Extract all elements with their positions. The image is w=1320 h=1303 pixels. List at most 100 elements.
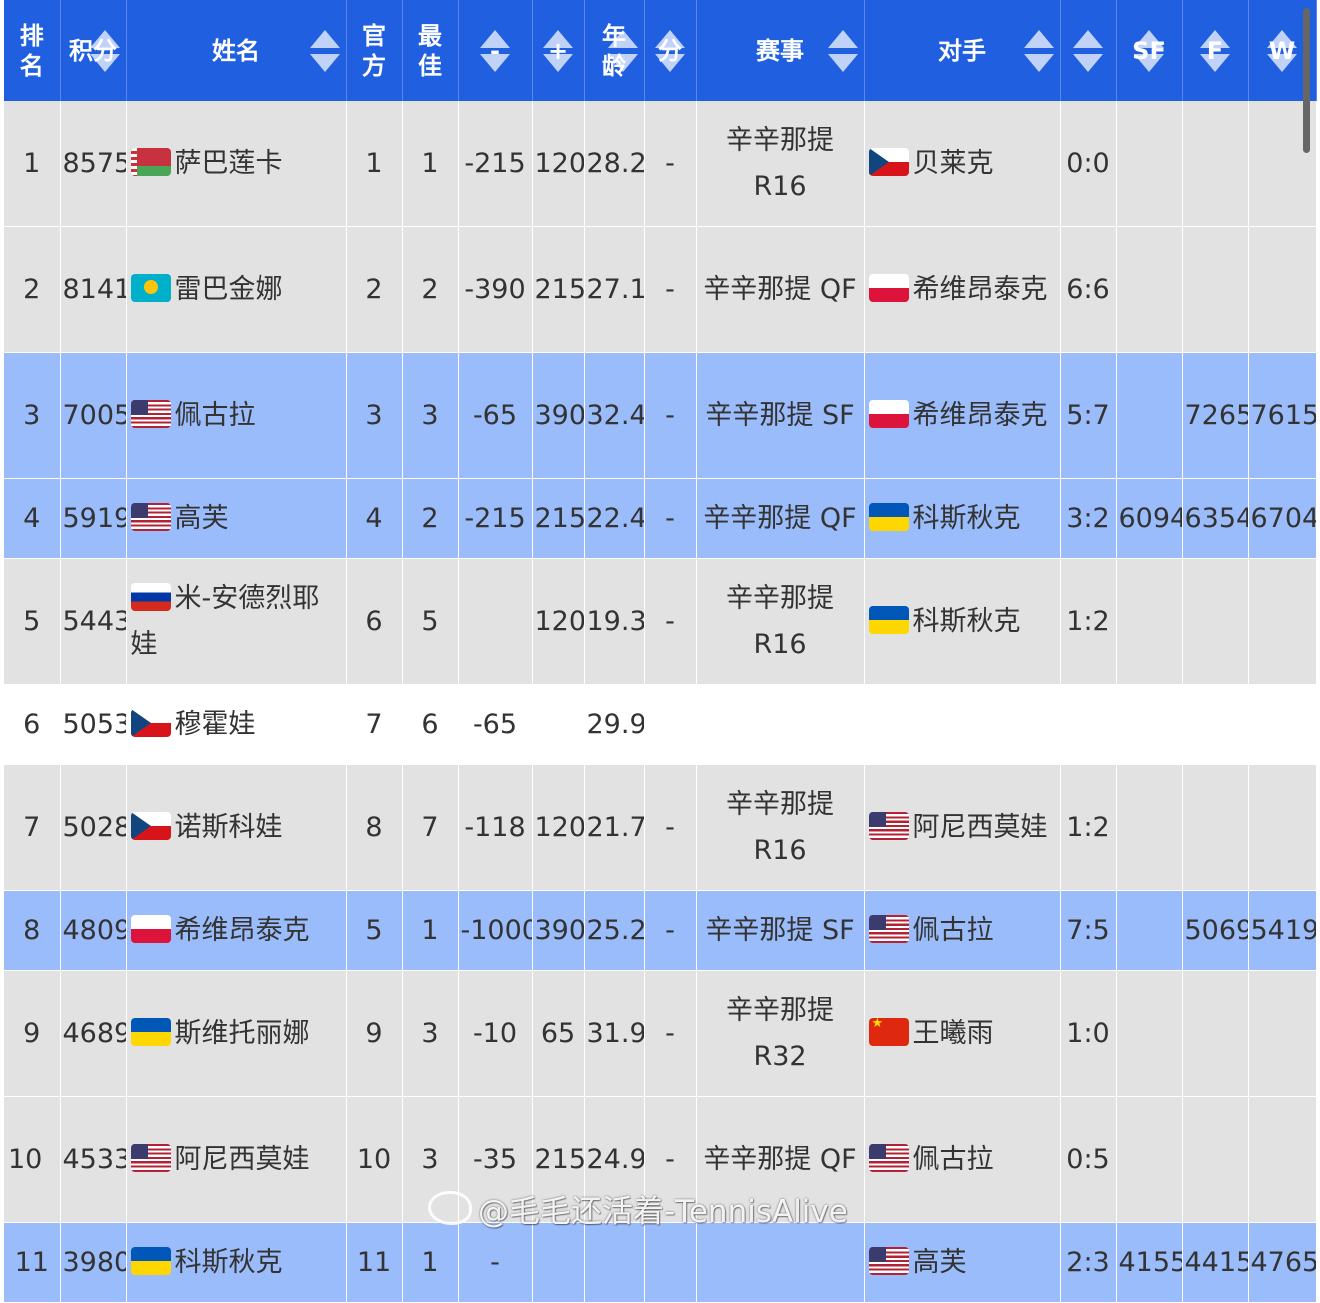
best-value: 2 bbox=[421, 273, 439, 305]
cell-plus: 120 bbox=[532, 558, 585, 685]
sf-value: 6094 bbox=[1118, 502, 1182, 534]
column-header-f[interactable]: F bbox=[1182, 0, 1249, 101]
cell-f bbox=[1182, 764, 1249, 891]
cell-points: 4533 bbox=[60, 1096, 127, 1223]
player-name: 阿尼西莫娃 bbox=[174, 1143, 310, 1175]
column-header-sf[interactable]: SF bbox=[1116, 0, 1183, 101]
column-header-label: 排 名 bbox=[19, 21, 44, 80]
cell-opponent: 贝莱克 bbox=[864, 101, 1061, 227]
event-value: 辛辛那提 R16 bbox=[726, 124, 834, 202]
plus-value: 120 bbox=[534, 147, 584, 179]
cell-best: 5 bbox=[402, 558, 459, 685]
age-value: 19.3 bbox=[586, 605, 644, 637]
cell-opponent: 科斯秋克 bbox=[864, 558, 1061, 685]
plus-value: 215 bbox=[534, 1143, 584, 1175]
flag-by-icon bbox=[130, 147, 171, 176]
column-header-label: SF bbox=[1132, 36, 1166, 65]
best-value: 2 bbox=[421, 502, 439, 534]
flag-us-icon bbox=[868, 914, 909, 943]
opponent-name: 阿尼西莫娃 bbox=[912, 811, 1048, 843]
cell-plus: 215 bbox=[532, 226, 585, 353]
column-header-h2h[interactable] bbox=[1060, 0, 1117, 101]
cell-score: - bbox=[644, 558, 697, 685]
flag-ru-icon bbox=[130, 582, 171, 611]
table-row[interactable]: 5 5443 米-安德烈耶娃 6 5 120 19.3- 辛辛那提 R16 科斯秋克 1:2 bbox=[4, 558, 1317, 685]
w-value: 4765 bbox=[1250, 1246, 1316, 1278]
score-value: - bbox=[665, 399, 675, 431]
column-header-plus[interactable]: + bbox=[532, 0, 585, 101]
cell-sf bbox=[1116, 1096, 1183, 1223]
score-value: - bbox=[665, 147, 675, 179]
h2h-value: 6:6 bbox=[1066, 273, 1110, 305]
table-row[interactable]: 10 4533 阿尼西莫娃 10 3 -35 215 24.9- 辛辛那提 QF 佩古拉 0:5 bbox=[4, 1096, 1317, 1223]
column-header-opponent[interactable]: 对手 bbox=[864, 0, 1061, 101]
column-header-label: 分 bbox=[658, 36, 682, 65]
table-row[interactable]: 4 5919 高芙 4 2 -215 215 22.4- 辛辛那提 QF 科斯秋克 3:2 6094 6… bbox=[4, 478, 1317, 559]
minus-value: -65 bbox=[472, 399, 518, 431]
cell-h2h: 0:0 bbox=[1060, 101, 1117, 227]
table-row[interactable]: 3 7005 佩古拉 3 3 -65 390 32.4- 辛辛那提 SF 希维昂泰克 5:7 7265… bbox=[4, 352, 1317, 479]
best-value: 3 bbox=[421, 1143, 439, 1175]
cell-points: 3980 bbox=[60, 1222, 127, 1303]
column-header-score[interactable]: 分 bbox=[644, 0, 697, 101]
cell-age: 21.7 bbox=[584, 764, 645, 891]
flag-ua-icon bbox=[130, 1246, 171, 1275]
sort-arrows-icon bbox=[1023, 29, 1054, 72]
cell-event: 辛辛那提 SF bbox=[696, 352, 865, 479]
plus-value: 120 bbox=[534, 811, 584, 843]
table-row[interactable]: 11 3980 科斯秋克 11 1- 高芙 2:3 4155 4415 4765 bbox=[4, 1222, 1317, 1303]
column-header-label: 赛事 bbox=[756, 36, 804, 65]
cell-points: 5919 bbox=[60, 478, 127, 559]
sort-arrows-icon bbox=[1073, 29, 1103, 72]
cell-score: - bbox=[644, 890, 697, 971]
column-header-label: F bbox=[1206, 36, 1224, 65]
cell-f: 5069 bbox=[1182, 890, 1249, 971]
player-name: 穆霍娃 bbox=[174, 708, 256, 740]
cell-official: 9 bbox=[346, 970, 403, 1097]
cell-best: 3 bbox=[402, 1096, 459, 1223]
cell-w: 4765 bbox=[1248, 1222, 1317, 1303]
column-header-age[interactable]: 年 龄 bbox=[584, 0, 645, 101]
best-value: 7 bbox=[421, 811, 439, 843]
table-row[interactable]: 1 8575 萨巴莲卡 1 1 -215 120 28.2- 辛辛那提 R16 贝莱克 0:0 bbox=[4, 101, 1317, 227]
column-header-name[interactable]: 姓名 bbox=[126, 0, 347, 101]
flag-cn-icon bbox=[868, 1017, 909, 1046]
cell-age: 24.9 bbox=[584, 1096, 645, 1223]
player-name: 诺斯科娃 bbox=[174, 811, 283, 843]
age-value: 22.4 bbox=[586, 502, 644, 534]
score-value: - bbox=[665, 502, 675, 534]
minus-value: -215 bbox=[464, 502, 526, 534]
cell-opponent bbox=[864, 684, 1061, 765]
best-value: 1 bbox=[421, 914, 439, 946]
column-header-minus[interactable]: - bbox=[458, 0, 533, 101]
cell-official: 1 bbox=[346, 101, 403, 227]
column-header-points[interactable]: 积分 bbox=[60, 0, 127, 101]
table-row[interactable]: 6 5053 穆霍娃 7 6 -65 29.9 bbox=[4, 684, 1317, 765]
f-value: 7265 bbox=[1184, 399, 1248, 431]
column-header-event[interactable]: 赛事 bbox=[696, 0, 865, 101]
cell-best: 7 bbox=[402, 764, 459, 891]
scrollbar[interactable] bbox=[1303, 8, 1310, 153]
table-row[interactable]: 7 5028 诺斯科娃 8 7 -118 120 21.7- 辛辛那提 R16 阿尼西莫娃 1:2 bbox=[4, 764, 1317, 891]
cell-f bbox=[1182, 101, 1249, 227]
score-value: - bbox=[665, 605, 675, 637]
column-header-rank: 排 名 bbox=[4, 0, 61, 101]
cell-event: 辛辛那提 R16 bbox=[696, 764, 865, 891]
table-row[interactable]: 9 4689 斯维托丽娜 9 3 -10 65 31.9- 辛辛那提 R32 王曦雨 1:0 bbox=[4, 970, 1317, 1097]
rank-value: 6 bbox=[23, 708, 41, 740]
event-value: 辛辛那提 QF bbox=[703, 273, 857, 305]
header-row: 排 名积分 姓名 官 方 最 佳 - + 年 龄分 赛事 对手 SF F W bbox=[4, 0, 1317, 101]
flag-cz-icon bbox=[130, 811, 171, 840]
cell-event: 辛辛那提 QF bbox=[696, 478, 865, 559]
rank-value: 5 bbox=[23, 605, 41, 637]
column-header-best: 最 佳 bbox=[402, 0, 459, 101]
minus-value: -10 bbox=[472, 1017, 518, 1049]
table-row[interactable]: 8 4809 希维昂泰克 5 1 -1000 390 25.2- 辛辛那提 SF 佩古拉 7:5 50… bbox=[4, 890, 1317, 971]
cell-age: 28.2 bbox=[584, 101, 645, 227]
flag-pl-icon bbox=[868, 273, 909, 302]
cell-plus: 390 bbox=[532, 352, 585, 479]
cell-sf: 4155 bbox=[1116, 1222, 1183, 1303]
table-row[interactable]: 2 8141 雷巴金娜 2 2 -390 215 27.1- 辛辛那提 QF 希维昂泰克 6:6 bbox=[4, 226, 1317, 353]
column-header-label: 姓名 bbox=[212, 36, 260, 65]
cell-event: 辛辛那提 R32 bbox=[696, 970, 865, 1097]
